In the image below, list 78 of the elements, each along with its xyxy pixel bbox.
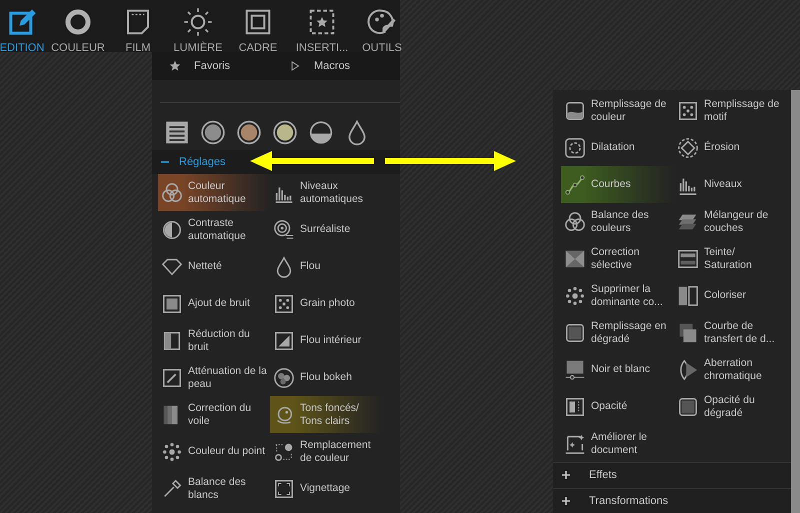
tool-tile[interactable]: Coloriser [674,277,787,314]
tool-tile[interactable]: Niveaux automatiques [270,174,382,211]
star-icon [168,59,182,73]
section-header[interactable]: Transformations [553,488,791,513]
tool-tile[interactable]: Couleur automatique [158,174,270,211]
section-header[interactable]: Effets [553,462,791,488]
brush-icon [161,366,183,388]
dots-icon [161,440,183,462]
columns-icon [677,284,699,306]
tool-tile[interactable]: Opacité du dégradé [674,388,787,425]
contrast-icon [161,218,183,240]
tool-tile[interactable]: Flou intérieur [270,322,382,359]
tool-tile[interactable]: Niveaux [674,166,787,203]
dots-grid-icon [677,100,699,122]
gradient-square-icon [677,396,699,418]
toolbar-button[interactable]: INSERTI... [292,0,352,52]
star-frame-icon [307,7,337,37]
curve-icon [564,174,586,196]
frame-icon [243,7,273,37]
tool-tile[interactable]: Améliorer le document [561,425,674,462]
panel-tab[interactable]: Favoris [152,52,272,80]
toolbar-button[interactable]: OUTILS [352,0,412,52]
tool-tile[interactable]: Netteté [158,248,270,285]
tool-tile[interactable]: Correction du voile [158,396,270,433]
bokeh-icon [273,366,295,388]
tool-tile[interactable]: Aberration chromatique [674,351,787,388]
tool-tile[interactable]: Remplissage de motif [674,92,787,129]
bars-icon [677,248,699,270]
panel-tab[interactable]: Macros [272,52,392,80]
circles-icon [564,210,586,232]
dashed-circle-icon [677,136,699,158]
tool-tile[interactable]: Vignettage [270,470,382,507]
gradient-square-icon [564,322,586,344]
tool-tile[interactable]: Ajout de bruit [158,285,270,322]
toolbar-button[interactable]: LUMIÈRE [168,0,228,52]
opacity-icon [564,396,586,418]
tool-tile[interactable]: Couleur du point [158,433,270,470]
squares-icon [677,322,699,344]
sparkle-icon [564,432,586,454]
tool-tile[interactable]: Remplissage en dégradé [561,314,674,351]
sun-icon [183,7,213,37]
fill-icon [564,100,586,122]
toolbar-button[interactable]: CADRE [228,0,288,52]
tool-tile[interactable]: Opacité [561,388,674,425]
tool-tile[interactable]: Balance des couleurs [561,203,674,240]
tool-tile[interactable]: Surréaliste [270,211,382,248]
tool-tile[interactable]: Balance des blancs [158,470,270,507]
toolbar-button[interactable]: EDITION [0,0,44,52]
vignette-icon [273,478,295,500]
tool-tile[interactable]: Érosion [674,129,787,166]
tool-tile[interactable]: Noir et blanc [561,351,674,388]
ring-icon [63,7,93,37]
palette-icon [367,7,397,37]
scrollbar[interactable] [791,90,800,513]
slider-icon [564,358,586,380]
tool-tile[interactable]: Flou [270,248,382,285]
tool-tile[interactable]: Correction sélective [561,240,674,277]
tool-tile[interactable]: Remplissage de couleur [561,92,674,129]
tool-tile[interactable]: Contraste automatique [158,211,270,248]
circles-icon [161,182,183,204]
tool-tile[interactable]: Flou bokeh [270,359,382,396]
tool-tile[interactable]: Atténuation de la peau [158,359,270,396]
pencil-icon [7,7,37,37]
tool-tile[interactable]: Réduction du bruit [158,322,270,359]
tool-tile[interactable]: Mélangeur de couches [674,203,787,240]
tool-tile[interactable]: Supprimer la dominante co... [561,277,674,314]
tool-tile[interactable]: Grain photo [270,285,382,322]
lens-icon [677,358,699,380]
toolbar-button[interactable]: COULEUR [48,0,108,52]
tool-tile[interactable]: Courbe de transfert de d... [674,314,787,351]
spiral-icon [273,218,295,240]
tool-tile[interactable]: Dilatation [561,129,674,166]
frame-icon [273,330,295,352]
tool-tile[interactable]: Teinte/ Saturation [674,240,787,277]
toolbar-button[interactable]: FILM [108,0,168,52]
dots-icon [564,284,586,306]
tool-tile[interactable]: Remplacement de couleur [270,433,382,470]
dots-grid-icon [273,292,295,314]
